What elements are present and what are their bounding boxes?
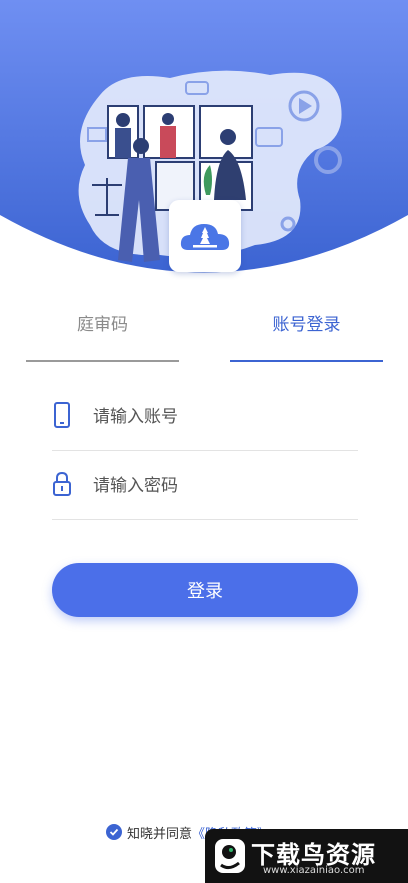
password-input[interactable] bbox=[91, 467, 355, 505]
phone-icon bbox=[54, 402, 70, 428]
hero-banner bbox=[0, 0, 408, 280]
court-building-cloud-icon bbox=[169, 200, 241, 272]
login-tabs: 庭审码 账号登录 bbox=[26, 305, 383, 362]
login-button[interactable]: 登录 bbox=[52, 563, 358, 617]
password-field bbox=[52, 461, 358, 520]
watermark-url: www.xiazainiao.com bbox=[263, 865, 365, 876]
agree-text: 知晓并同意 bbox=[127, 826, 193, 842]
lock-icon bbox=[53, 471, 71, 496]
tab-account-login[interactable]: 账号登录 bbox=[230, 305, 383, 362]
watermark: 下载鸟资源 www.xiazainiao.com bbox=[205, 829, 408, 883]
check-icon bbox=[109, 828, 119, 836]
account-input[interactable] bbox=[91, 398, 355, 436]
account-field bbox=[52, 392, 358, 451]
agree-checkbox[interactable] bbox=[106, 824, 122, 840]
tab-trial-code[interactable]: 庭审码 bbox=[26, 305, 179, 362]
bird-logo-icon bbox=[215, 839, 245, 873]
